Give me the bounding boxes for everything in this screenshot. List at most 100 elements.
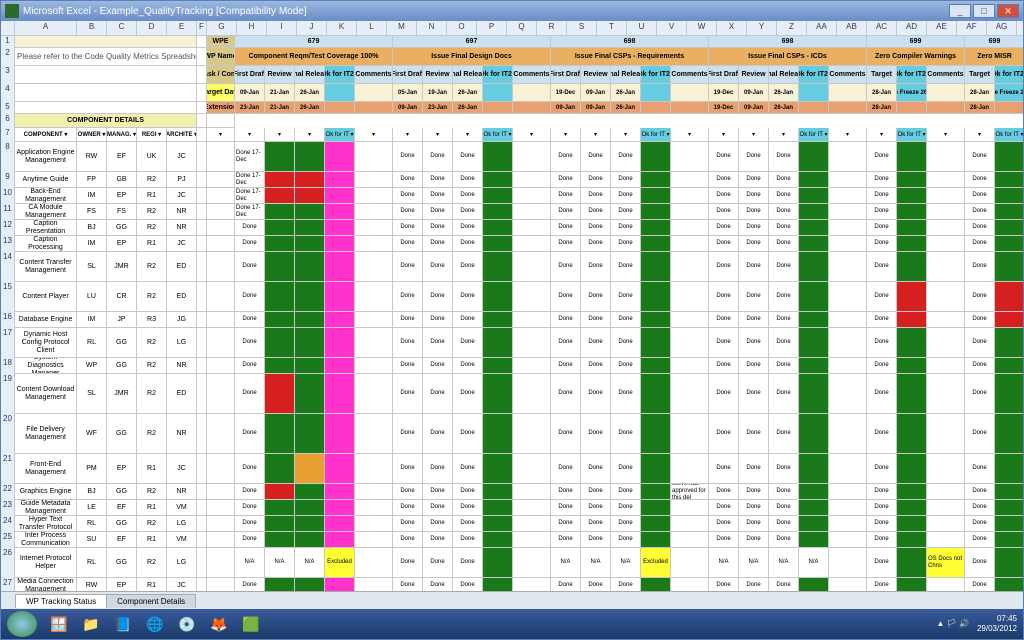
taskbar-app-icon[interactable]: 🌐 bbox=[141, 612, 169, 636]
status-cell[interactable] bbox=[355, 328, 393, 358]
status-cell[interactable] bbox=[671, 578, 709, 591]
status-cell[interactable] bbox=[483, 548, 513, 578]
spreadsheet-area[interactable]: ABCDEFGHIJKLMNOPQRSTUVWXYZAAABACADAEAFAG… bbox=[1, 21, 1023, 591]
region-cell[interactable]: R2 bbox=[137, 204, 167, 220]
status-cell[interactable] bbox=[799, 358, 829, 374]
manager-cell[interactable]: GG bbox=[107, 516, 137, 532]
status-cell[interactable]: Done bbox=[453, 172, 483, 188]
status-cell[interactable] bbox=[641, 414, 671, 454]
status-cell[interactable] bbox=[641, 532, 671, 548]
status-cell[interactable]: Done bbox=[393, 236, 423, 252]
status-cell[interactable] bbox=[513, 312, 551, 328]
region-cell[interactable]: R2 bbox=[137, 172, 167, 188]
region-cell[interactable]: R2 bbox=[137, 252, 167, 282]
status-cell[interactable]: Done bbox=[965, 252, 995, 282]
status-cell[interactable] bbox=[927, 454, 965, 484]
status-cell[interactable]: Done bbox=[551, 142, 581, 172]
status-cell[interactable]: Done bbox=[965, 142, 995, 172]
status-cell[interactable] bbox=[483, 516, 513, 532]
component-name[interactable]: Caption Processing bbox=[15, 236, 77, 252]
status-cell[interactable]: Done bbox=[611, 220, 641, 236]
status-cell[interactable]: Done bbox=[423, 204, 453, 220]
status-cell[interactable] bbox=[483, 312, 513, 328]
status-cell[interactable] bbox=[355, 532, 393, 548]
status-cell[interactable] bbox=[295, 172, 325, 188]
status-cell[interactable] bbox=[265, 188, 295, 204]
status-cell[interactable] bbox=[265, 454, 295, 484]
status-cell[interactable]: Done bbox=[739, 374, 769, 414]
status-cell[interactable] bbox=[671, 282, 709, 312]
status-cell[interactable] bbox=[641, 516, 671, 532]
status-cell[interactable] bbox=[355, 578, 393, 591]
architect-cell[interactable]: ED bbox=[167, 374, 197, 414]
filter-cell[interactable]: Ok for IT ▾ bbox=[995, 128, 1023, 142]
status-cell[interactable] bbox=[265, 328, 295, 358]
status-cell[interactable] bbox=[671, 220, 709, 236]
status-cell[interactable] bbox=[355, 414, 393, 454]
status-cell[interactable] bbox=[641, 500, 671, 516]
status-cell[interactable] bbox=[829, 142, 867, 172]
status-cell[interactable]: Done bbox=[581, 220, 611, 236]
manager-cell[interactable]: GG bbox=[107, 548, 137, 578]
status-cell[interactable]: Done bbox=[423, 578, 453, 591]
status-cell[interactable] bbox=[483, 172, 513, 188]
status-cell[interactable]: Done bbox=[611, 236, 641, 252]
status-cell[interactable]: Done bbox=[581, 282, 611, 312]
status-cell[interactable] bbox=[325, 312, 355, 328]
component-name[interactable]: Dynamic Host Config Protocol Client bbox=[15, 328, 77, 358]
status-cell[interactable] bbox=[927, 188, 965, 204]
component-name[interactable]: Inter Process Communication bbox=[15, 532, 77, 548]
status-cell[interactable] bbox=[641, 454, 671, 484]
status-cell[interactable] bbox=[829, 500, 867, 516]
status-cell[interactable]: Done bbox=[423, 142, 453, 172]
status-cell[interactable] bbox=[671, 312, 709, 328]
status-cell[interactable]: Done bbox=[611, 578, 641, 591]
status-cell[interactable]: N/A bbox=[295, 548, 325, 578]
status-cell[interactable]: Done bbox=[453, 516, 483, 532]
status-cell[interactable]: Done bbox=[867, 142, 897, 172]
manager-cell[interactable]: EF bbox=[107, 500, 137, 516]
status-cell[interactable] bbox=[295, 358, 325, 374]
taskbar-app-icon[interactable]: 📁 bbox=[77, 612, 105, 636]
status-cell[interactable] bbox=[265, 172, 295, 188]
status-cell[interactable]: Done bbox=[739, 578, 769, 591]
status-cell[interactable]: Excluded bbox=[325, 548, 355, 578]
manager-cell[interactable]: JP bbox=[107, 312, 137, 328]
filter-cell[interactable]: ▾ bbox=[581, 128, 611, 142]
owner-cell[interactable]: RW bbox=[77, 142, 107, 172]
status-cell[interactable] bbox=[355, 188, 393, 204]
status-cell[interactable]: Done bbox=[453, 252, 483, 282]
status-cell[interactable]: Done bbox=[393, 220, 423, 236]
region-cell[interactable]: R2 bbox=[137, 282, 167, 312]
owner-cell[interactable]: IM bbox=[77, 188, 107, 204]
status-cell[interactable]: Done bbox=[393, 188, 423, 204]
component-name[interactable]: Media Connection Management bbox=[15, 578, 77, 591]
architect-cell[interactable]: JC bbox=[167, 236, 197, 252]
status-cell[interactable]: Done bbox=[453, 414, 483, 454]
status-cell[interactable]: N/A bbox=[739, 548, 769, 578]
status-cell[interactable] bbox=[671, 414, 709, 454]
component-name[interactable]: Caption Presentation bbox=[15, 220, 77, 236]
owner-cell[interactable]: LE bbox=[77, 500, 107, 516]
manager-cell[interactable]: EF bbox=[107, 532, 137, 548]
status-cell[interactable] bbox=[995, 414, 1023, 454]
region-cell[interactable]: R1 bbox=[137, 188, 167, 204]
status-cell[interactable]: Done bbox=[453, 500, 483, 516]
status-cell[interactable]: Done bbox=[867, 578, 897, 591]
status-cell[interactable] bbox=[295, 204, 325, 220]
status-cell[interactable]: Done bbox=[423, 500, 453, 516]
status-cell[interactable]: Done bbox=[965, 204, 995, 220]
status-cell[interactable]: Done bbox=[393, 204, 423, 220]
status-cell[interactable] bbox=[927, 236, 965, 252]
status-cell[interactable]: Done bbox=[551, 484, 581, 500]
status-cell[interactable]: Done bbox=[453, 578, 483, 591]
status-cell[interactable] bbox=[799, 578, 829, 591]
status-cell[interactable]: Done bbox=[551, 204, 581, 220]
status-cell[interactable]: Done bbox=[867, 188, 897, 204]
status-cell[interactable]: Done bbox=[581, 414, 611, 454]
status-cell[interactable]: Done bbox=[611, 188, 641, 204]
status-cell[interactable] bbox=[829, 328, 867, 358]
status-cell[interactable] bbox=[671, 204, 709, 220]
status-cell[interactable] bbox=[897, 236, 927, 252]
status-cell[interactable]: Done bbox=[769, 172, 799, 188]
